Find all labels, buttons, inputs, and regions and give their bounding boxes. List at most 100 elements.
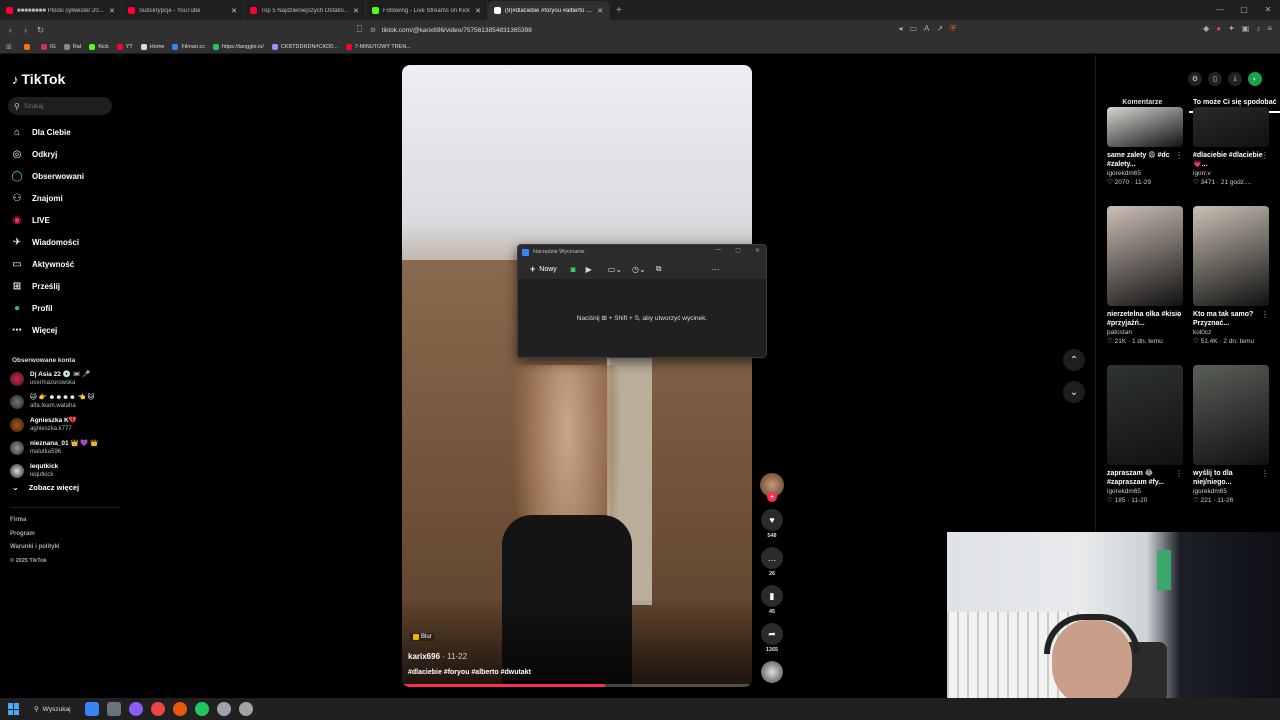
video-thumbnail[interactable] <box>1193 206 1269 306</box>
snip-maximize-icon[interactable]: ▢ <box>735 247 741 254</box>
snip-minimize-icon[interactable]: — <box>715 247 721 254</box>
taskbar-app-icon[interactable] <box>84 702 99 716</box>
tab-close-icon[interactable]: ✕ <box>109 7 115 15</box>
video-user[interactable]: igorekdm65 <box>1107 488 1183 495</box>
shape-dropdown-icon[interactable]: ▭⌄ <box>608 265 622 274</box>
more-options-icon[interactable]: ⋮ <box>1261 310 1269 319</box>
followed-account[interactable]: Dj Asia 22 💿 📼 🎤 usermazurowska <box>10 371 91 387</box>
recommended-video[interactable]: zapraszam 😂 #zapraszam #fy... igorekdm65 ♡… <box>1107 365 1183 504</box>
music-icon[interactable]: ♪ <box>1256 24 1260 34</box>
translate-icon[interactable]: A <box>924 24 929 34</box>
more-options-icon[interactable]: ⋯ <box>711 265 719 274</box>
video-thumbnail[interactable] <box>1107 107 1183 147</box>
video-thumbnail[interactable] <box>1107 206 1183 306</box>
new-snip-button[interactable]: + Nowy <box>530 264 557 274</box>
bookmark-icon[interactable]: ⎕ <box>352 24 367 35</box>
browser-tab-4[interactable]: (9)#dlaciebie #foryou #alberto #... ✕ <box>488 1 610 20</box>
footer-link[interactable]: Program <box>10 531 35 537</box>
video-thumbnail[interactable] <box>1107 365 1183 465</box>
recommended-video[interactable]: #dlaciebie #dlaciebie 💗... igorr.v ♡ 3471 … <box>1193 47 1269 186</box>
see-more-button[interactable]: ⌄ Zobacz więcej <box>12 483 79 492</box>
recommended-video[interactable]: Kto ma tak samo? Przyznać... kol0cz ♡ 51.4… <box>1193 206 1269 345</box>
snip-close-icon[interactable]: ✕ <box>755 247 760 254</box>
wallet-icon[interactable]: ▣ <box>1242 24 1250 34</box>
followed-account[interactable]: Agnieszka K💔 agnieszka.k777 <box>10 417 77 433</box>
sidebar-item-2[interactable]: ◯ Obserwowani <box>10 165 84 187</box>
windows-start-icon[interactable] <box>8 703 20 715</box>
taskbar-search[interactable]: ⚲ Wyszukaj <box>34 705 71 714</box>
browser-tab-2[interactable]: Top 5 Najdziwniejszych Ostatnich Fi...✕ <box>244 1 366 20</box>
share-icon[interactable]: ↗ <box>936 24 943 34</box>
followed-account[interactable]: 🐱 👉 ☻☻☻☻ 👈 🐱 alfa.team.wataha <box>10 394 94 410</box>
follow-plus-icon[interactable]: + <box>767 492 777 502</box>
bookmark-item[interactable]: CKBTDDRDN#CKD0... <box>271 43 338 50</box>
puzzle-icon[interactable]: ✦ <box>1228 24 1235 34</box>
forward-icon[interactable]: › <box>18 25 33 35</box>
footer-link[interactable]: Firma <box>10 517 26 523</box>
sound-avatar[interactable] <box>761 661 783 683</box>
video-mode-icon[interactable]: ▶ <box>586 265 592 274</box>
like-button[interactable]: ♥ 548 <box>760 509 784 539</box>
apps-icon[interactable]: ⊞ <box>6 43 16 51</box>
scroll-up-button[interactable]: ⌃ <box>1063 349 1085 371</box>
text-action-icon[interactable]: ⧉ <box>656 264 662 274</box>
media-icon[interactable]: ◂ <box>898 24 902 34</box>
sidebar-item-4[interactable]: ◉ LIVE <box>10 209 84 231</box>
bookmark-item[interactable]: 7-MINUTOWY TREN... <box>345 43 411 50</box>
taskbar-app-icon[interactable] <box>194 702 209 716</box>
video-user[interactable]: igorekdm65 <box>1107 170 1183 177</box>
tab-close-icon[interactable]: ✕ <box>597 7 603 15</box>
browser-tab-1[interactable]: Subskrypcje - YouTube ✕ <box>122 1 244 20</box>
taskbar-app-icon[interactable] <box>216 702 231 716</box>
taskbar-app-icon[interactable] <box>172 702 187 716</box>
maximize-icon[interactable]: ▢ <box>1232 0 1256 20</box>
record-icon[interactable]: ● <box>1216 24 1221 34</box>
cast-icon[interactable]: ▭ <box>909 24 917 34</box>
more-options-icon[interactable]: ⋮ <box>1175 469 1183 478</box>
video-thumbnail[interactable] <box>1193 107 1269 147</box>
search-input[interactable]: ⚲ Szukaj <box>8 97 112 115</box>
tab-close-icon[interactable]: ✕ <box>231 7 237 15</box>
bookmark-item[interactable]: IG <box>41 43 56 50</box>
address-bar[interactable]: ⚙ tiktok.com/@karix696/video/75756138548… <box>370 22 910 38</box>
sidebar-item-6[interactable]: ▭ Aktywność <box>10 253 84 275</box>
bookmark-item[interactable]: YT <box>116 43 133 50</box>
recommended-video[interactable]: nierzetelna olka #kisio #przyjaźń... pato… <box>1107 206 1183 345</box>
reload-icon[interactable]: ↻ <box>33 25 48 36</box>
followed-account[interactable]: lequtkick lequtkick <box>10 463 58 479</box>
close-icon[interactable]: ✕ <box>1256 0 1280 20</box>
effect-badge[interactable]: Blur <box>410 633 435 641</box>
more-options-icon[interactable]: ⋮ <box>1175 151 1183 160</box>
bookmark-item[interactable]: Filman.cc <box>172 43 205 50</box>
tab-close-icon[interactable]: ✕ <box>475 7 481 15</box>
taskbar-app-icon[interactable] <box>150 702 165 716</box>
minimize-icon[interactable]: — <box>1208 0 1232 20</box>
screenshot-mode-icon[interactable]: ◙ <box>571 265 576 274</box>
video-thumbnail[interactable] <box>1193 365 1269 465</box>
comment-button[interactable]: … 26 <box>760 547 784 577</box>
recommended-video[interactable]: same zalety 😩 #dc #zalety... igorekdm65 ♡ … <box>1107 47 1183 186</box>
sidebar-item-3[interactable]: ⚇ Znajomi <box>10 187 84 209</box>
new-tab-button[interactable]: + <box>610 1 628 20</box>
scroll-down-button[interactable]: ⌄ <box>1063 381 1085 403</box>
taskbar-app-icon[interactable] <box>106 702 121 716</box>
tab-close-icon[interactable]: ✕ <box>353 7 359 15</box>
more-options-icon[interactable]: ⋮ <box>1261 469 1269 478</box>
followed-account[interactable]: nieznana_01 👑 💜 👑 malutka596 <box>10 440 98 456</box>
brave-shield-icon[interactable]: ⛨ <box>950 24 956 34</box>
site-info-icon[interactable]: ⚙ <box>370 26 376 34</box>
bookmark-item[interactable]: Home <box>140 43 164 50</box>
video-author[interactable]: karix696 · 11-22 <box>408 652 467 661</box>
sidebar-item-9[interactable]: ⋯ Więcej <box>10 319 84 341</box>
back-icon[interactable]: ‹ <box>3 25 18 35</box>
sidebar-item-1[interactable]: ◎ Odkryj <box>10 143 84 165</box>
video-user[interactable]: igorekdm65 <box>1193 488 1269 495</box>
taskbar-app-icon[interactable] <box>128 702 143 716</box>
menu-icon[interactable]: ≡ <box>1267 24 1272 34</box>
taskbar-app-icon[interactable] <box>238 702 253 716</box>
video-progress-bar[interactable] <box>402 684 752 687</box>
bookmark-item[interactable]: Kick <box>89 43 109 50</box>
share-button[interactable]: ➦ 1365 <box>760 623 784 653</box>
save-button[interactable]: ▮ 45 <box>760 585 784 615</box>
bookmark-item[interactable]: Rat <box>63 43 81 50</box>
